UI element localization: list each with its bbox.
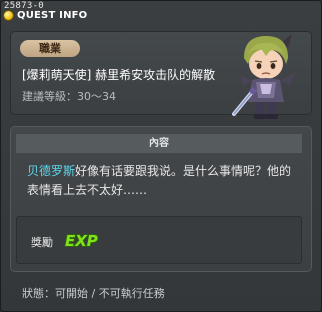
- reward-label: 獎勵: [31, 236, 53, 249]
- content-section-title: 內容: [16, 134, 302, 153]
- window-title: QUEST INFO: [17, 10, 88, 21]
- gold-coin-icon: [4, 11, 13, 20]
- exp-icon[interactable]: EXP: [63, 229, 103, 251]
- npc-name-link[interactable]: 贝德罗斯: [27, 164, 75, 178]
- quest-name: [爆莉萌天使] 赫里希安攻击队的解散: [22, 68, 216, 82]
- job-badge: 職業: [20, 40, 80, 57]
- quest-description: 贝德罗斯好像有话要跟我说。是什么事情呢？他的表情看上去不太好……: [27, 162, 299, 200]
- reward-box: [16, 216, 302, 264]
- exp-icon-text: EXP: [65, 232, 98, 250]
- quest-level: 建議等級：30～34: [22, 90, 116, 103]
- quest-status: 狀態：可開始 / 不可執行任務: [22, 287, 165, 300]
- npc-portrait-icon: [232, 34, 294, 119]
